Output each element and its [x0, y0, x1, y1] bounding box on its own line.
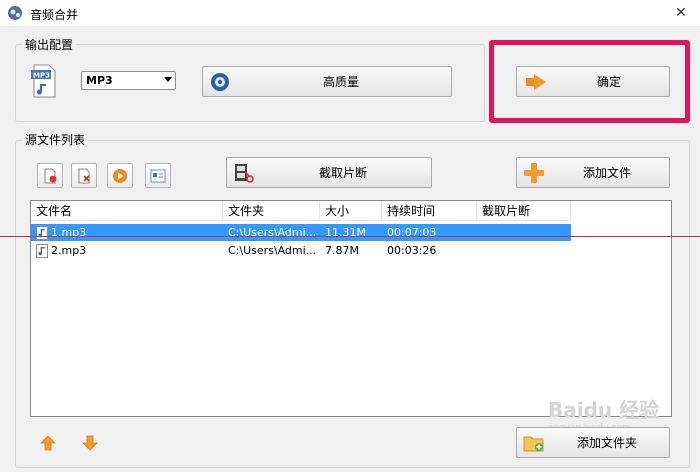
red-guide-line: [0, 236, 700, 237]
format-select-value: MP3: [86, 74, 113, 87]
file-duration: 00:07:03: [387, 226, 437, 239]
row-name-cell: 1.mp3: [31, 224, 223, 241]
chevron-down-icon: [164, 77, 172, 82]
folder-add-icon: [523, 436, 544, 451]
file-trim: [477, 242, 571, 259]
list-header: 文件名 文件夹 大小 持续时间 截取片断: [31, 201, 571, 221]
mp3-file-icon: MP3: [31, 64, 56, 98]
move-down-icon[interactable]: [82, 435, 98, 451]
column-header-folder[interactable]: 文件夹: [223, 201, 320, 221]
column-header-trim[interactable]: 截取片断: [477, 201, 571, 221]
add-item-button[interactable]: [37, 163, 63, 188]
film-scissors-icon: [235, 163, 254, 183]
play-button[interactable]: [107, 163, 133, 188]
plus-icon: [524, 162, 544, 183]
info-button[interactable]: [145, 163, 171, 188]
format-select[interactable]: MP3: [81, 71, 176, 90]
music-note-icon: [36, 225, 48, 240]
title-bar: 音频合并 ✕: [0, 0, 700, 26]
remove-item-icon: [78, 168, 90, 183]
add-folder-button[interactable]: 添加文件夹: [516, 427, 670, 458]
quality-gear-icon: [211, 72, 229, 91]
app-icon: [8, 6, 22, 20]
play-icon: [113, 168, 127, 183]
file-trim: [477, 224, 571, 241]
file-list[interactable]: 文件名 文件夹 大小 持续时间 截取片断 1.mp3 C:\Users\Admi…: [30, 200, 672, 417]
table-row[interactable]: 2.mp3 C:\Users\Admi... 7.87M 00:03:26: [31, 242, 571, 259]
quality-button[interactable]: 高质量: [202, 66, 452, 97]
trim-button-label: 截取片断: [318, 166, 367, 180]
file-name: 2.mp3: [51, 244, 87, 257]
source-files-label: 源文件列表: [22, 131, 89, 148]
column-header-name[interactable]: 文件名: [31, 201, 223, 221]
file-folder: C:\Users\Admi...: [228, 244, 317, 257]
add-file-button-label: 添加文件: [582, 166, 631, 180]
add-item-icon: [44, 168, 57, 183]
table-row[interactable]: 1.mp3 C:\Users\Admi... 11.31M 00:07:03: [31, 224, 571, 241]
confirm-button[interactable]: 确定: [516, 66, 670, 97]
music-note-icon: [36, 243, 48, 258]
svg-text:MP3: MP3: [33, 72, 50, 80]
add-file-button[interactable]: 添加文件: [516, 157, 670, 188]
row-name-cell: 2.mp3: [31, 242, 223, 259]
file-duration: 00:03:26: [387, 244, 437, 257]
file-size: 11.31M: [325, 226, 366, 239]
close-button[interactable]: ✕: [670, 4, 692, 22]
add-folder-button-label: 添加文件夹: [576, 436, 637, 450]
info-icon: [150, 169, 166, 182]
confirm-button-label: 确定: [596, 75, 621, 89]
file-size: 7.87M: [325, 244, 359, 257]
output-settings-label: 输出配置: [22, 36, 77, 53]
column-header-size[interactable]: 大小: [320, 201, 382, 221]
remove-item-button[interactable]: [71, 163, 97, 188]
trim-button[interactable]: 截取片断: [226, 157, 432, 188]
column-header-duration[interactable]: 持续时间: [382, 201, 477, 221]
window-title: 音频合并: [30, 8, 79, 22]
file-name: 1.mp3: [51, 226, 87, 239]
move-up-icon[interactable]: [40, 435, 56, 451]
watermark-text: Baidu 经验: [548, 398, 660, 422]
file-folder: C:\Users\Admi...: [228, 226, 317, 239]
quality-button-label: 高质量: [322, 75, 359, 89]
confirm-arrow-icon: [526, 73, 546, 90]
